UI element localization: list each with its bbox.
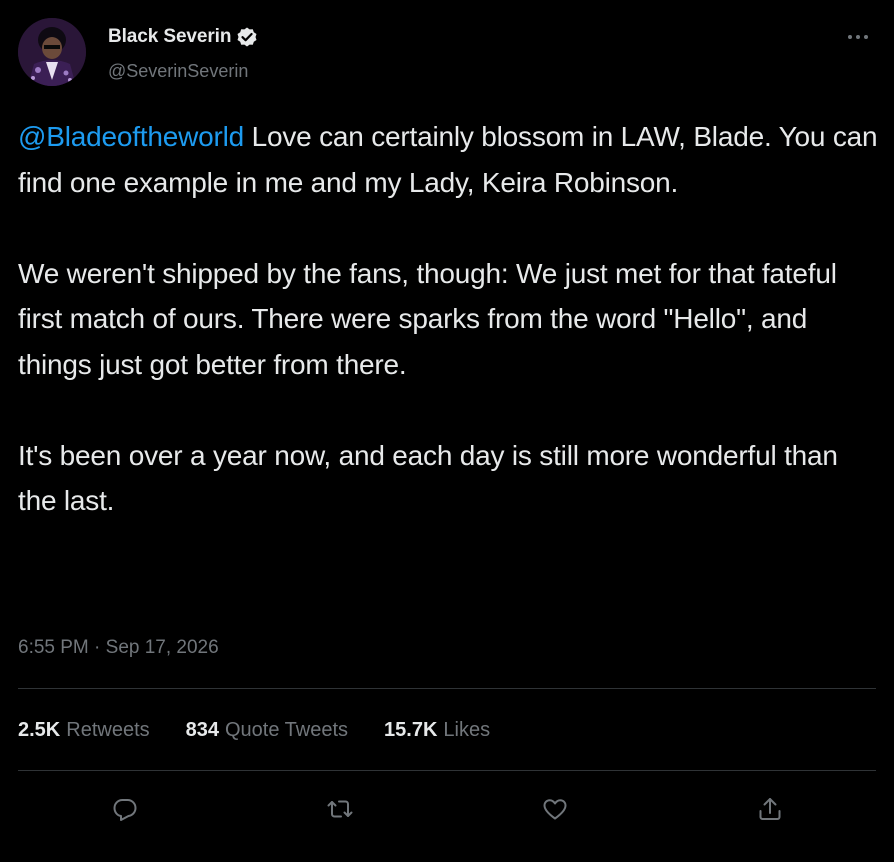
quote-tweets-stat[interactable]: 834 Quote Tweets [186,719,348,742]
likes-label: Likes [443,718,491,741]
likes-stat[interactable]: 15.7K Likes [384,719,490,742]
author-handle[interactable]: @SeverinSeverin [108,61,248,82]
quote-tweets-count: 834 [185,718,219,741]
divider [18,688,876,689]
tweet-paragraph-3: It's been over a year now, and each day … [18,439,846,517]
more-icon[interactable] [846,30,874,42]
tweet-card: Black Severin @SeverinSeverin @Bladeofth… [0,0,894,862]
reply-button[interactable] [105,789,145,829]
tweet-stats: 2.5K Retweets 834 Quote Tweets 15.7K Likes [18,716,526,744]
retweets-count: 2.5K [18,718,61,741]
reply-icon [113,799,137,821]
share-button[interactable] [750,789,790,829]
like-button[interactable] [535,789,575,829]
author-display-name[interactable]: Black Severin [108,26,231,48]
verified-badge-icon [235,25,259,49]
quote-tweets-label: Quote Tweets [225,718,349,741]
tweet-actions [0,789,894,829]
mention-link[interactable]: @Bladeoftheworld [18,121,244,152]
author-name-row: Black Severin [108,24,259,50]
heart-icon [543,799,567,820]
avatar[interactable] [18,18,86,86]
divider [18,770,876,771]
tweet-timestamp[interactable]: 6:55 PM · Sep 17, 2026 [18,637,219,659]
tweet-text: @Bladeoftheworld Love can certainly blos… [18,114,878,524]
retweets-stat[interactable]: 2.5K Retweets [18,719,150,742]
retweet-button[interactable] [320,789,360,829]
share-icon [759,798,781,820]
retweet-icon [327,800,353,818]
tweet-paragraph-2: We weren't shipped by the fans, though: … [18,257,845,380]
retweets-label: Retweets [66,718,150,741]
likes-count: 15.7K [384,718,438,741]
